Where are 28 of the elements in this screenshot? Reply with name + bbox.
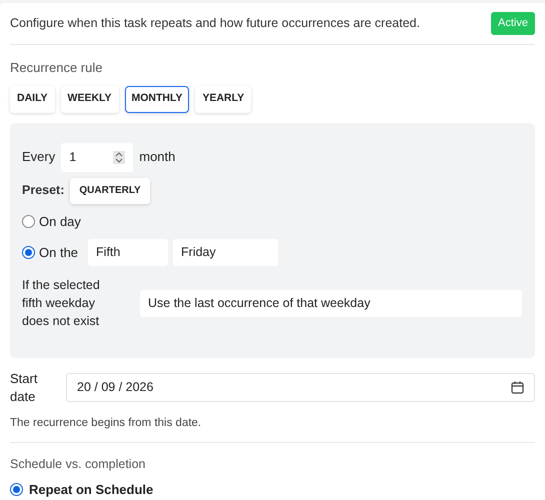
frequency-tab[interactable]: DAILY <box>10 86 55 112</box>
every-label: Every <box>22 148 56 166</box>
schedule-option-label: Repeat on Schedule <box>29 480 154 499</box>
frequency-tab[interactable]: YEARLY <box>195 86 252 112</box>
ordinal-field[interactable]: Fifth <box>88 239 168 266</box>
fallback-field[interactable]: Use the last occurrence of that weekday <box>140 290 522 316</box>
fallback-label: If the selected fifth weekday does not exist <box>22 277 101 330</box>
radio-button[interactable] <box>10 482 23 496</box>
start-date-label: Start date <box>10 370 38 406</box>
calendar-icon[interactable] <box>511 381 524 394</box>
preset-label: Preset: <box>22 182 64 200</box>
frequency-tab[interactable]: MONTHLY <box>124 86 190 112</box>
spinner-icon[interactable] <box>113 150 126 164</box>
interval-field[interactable]: 1 <box>61 142 134 172</box>
option-label: On the <box>39 244 78 262</box>
radio-button[interactable] <box>22 214 35 228</box>
frequency-tab[interactable]: WEEKLY <box>60 86 119 112</box>
section-heading: Schedule vs. completion <box>10 456 146 473</box>
intro-text: Configure when this task repeats and how future occurrences are created. <box>10 15 420 32</box>
preset-button[interactable]: QUARTERLY <box>70 178 150 204</box>
start-date-field[interactable]: 20 / 09 / 2026 <box>66 373 535 402</box>
start-date-help: The recurrence begins from this date. <box>10 414 535 443</box>
weekday-field[interactable]: Friday <box>173 239 278 266</box>
unit-label: month <box>139 148 176 166</box>
section-heading: Recurrence rule <box>10 59 104 77</box>
radio-button[interactable] <box>22 246 35 259</box>
status-badge: Active <box>491 12 535 35</box>
option-label: On day <box>39 212 81 231</box>
